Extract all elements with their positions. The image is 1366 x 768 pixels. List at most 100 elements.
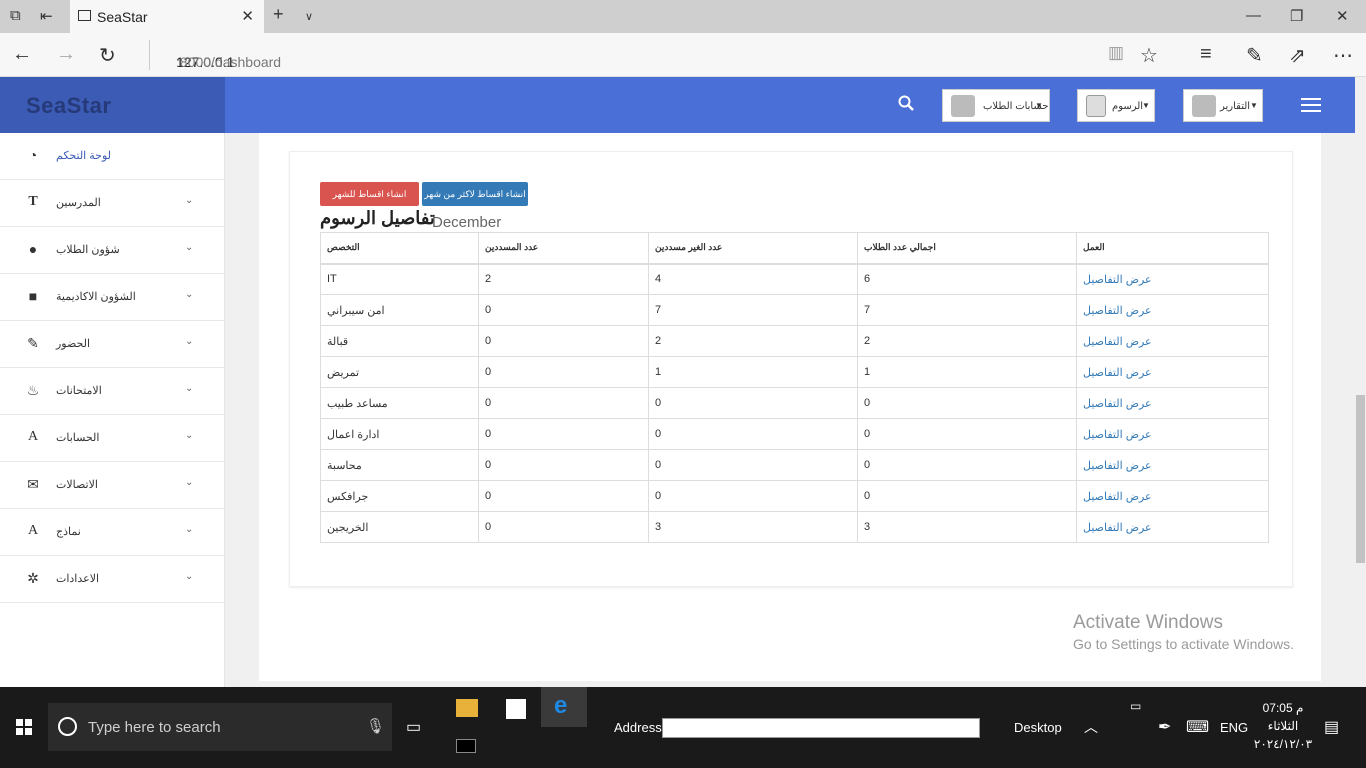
view-details-link[interactable]: عرض التفاصيل [1076,449,1269,481]
forward-icon[interactable]: → [56,43,76,66]
favorite-star-icon[interactable]: ☆ [1140,43,1158,68]
page-scrollbar[interactable] [1355,77,1366,687]
sidebar-item-settings[interactable]: ✲ الاعدادات ⌄ [0,556,224,603]
hub-icon[interactable]: ≡ [1200,43,1212,66]
view-details-link[interactable]: عرض التفاصيل [1076,263,1269,295]
column-header-action: العمل [1076,232,1269,265]
minimize-icon[interactable]: — [1246,7,1261,24]
fees-dropdown[interactable]: الرسوم ▼ [1077,89,1155,122]
chevron-down-icon: ⌄ [185,571,194,582]
close-window-icon[interactable]: ✕ [1336,7,1349,25]
command-prompt-icon[interactable] [456,739,476,753]
web-note-icon[interactable]: ✎ [1246,43,1263,68]
watermark-line1: Activate Windows [1073,612,1223,633]
edge-taskbar-button[interactable]: e [541,687,587,727]
more-icon[interactable]: ⋯ [1333,43,1353,68]
text-icon: T [28,194,38,209]
address-bar[interactable]: 127.0.0.1:8000/dashboard [149,40,709,70]
chevron-down-icon: ⌄ [185,195,194,206]
sidebar-item-teachers[interactable]: T المدرسين ⌄ [0,180,224,227]
sidebar-item-attendance[interactable]: ✎ الحضور ⌄ [0,321,224,368]
cell-specialization: تمريض [320,356,479,388]
tab-list-chevron-icon[interactable]: ∨ [305,10,313,23]
tab-preview-icon[interactable]: ⧉ [10,7,21,24]
view-details-link[interactable]: عرض التفاصيل [1076,418,1269,450]
reading-view-icon[interactable]: ▥ [1108,43,1124,63]
create-installments-current-month-button[interactable]: انشاء اقساط للشهر الحالي [320,182,419,223]
student-accounts-dropdown[interactable]: حسابات الطلاب ▼ [942,89,1050,122]
cell-paid: 0 [478,294,649,326]
clock-time: 07:05 م [1262,701,1304,715]
sidebar-item-label: شؤون الطلاب [56,244,120,256]
user-icon: ● [28,241,38,257]
battery-icon[interactable]: ▭ [1130,699,1141,713]
store-icon[interactable] [506,699,526,719]
view-details-link[interactable]: عرض التفاصيل [1076,387,1269,419]
windows-taskbar: Type here to search 🎙 ▭ e Address Deskto… [0,687,1366,768]
cell-paid: 0 [478,418,649,450]
view-details-link[interactable]: عرض التفاصيل [1076,325,1269,357]
chevron-down-icon: ⌄ [185,242,194,253]
windows-start-icon[interactable] [16,719,32,735]
sidebar-item-forms[interactable]: A نماذج ⌄ [0,509,224,556]
set-tabs-aside-icon[interactable]: ⇤ [40,7,53,25]
cell-specialization: امن سيبراني [320,294,479,326]
cell-total: 2 [857,325,1077,357]
sidebar-item-student-affairs[interactable]: ● شؤون الطلاب ⌄ [0,227,224,274]
pen-ink-icon[interactable]: ✒ [1158,717,1171,737]
sidebar-item-exams[interactable]: ♨ الامتحانات ⌄ [0,368,224,415]
sidebar-item-label: الاتصالات [56,479,98,491]
show-hidden-icons-chevron-icon[interactable]: ︿ [1084,717,1098,737]
taskbar-search-box[interactable]: Type here to search 🎙 [48,703,392,751]
touch-keyboard-icon[interactable]: ⌨ [1186,717,1209,737]
view-details-link[interactable]: عرض التفاصيل [1076,480,1269,512]
sidebar-item-accounts[interactable]: A الحسابات ⌄ [0,415,224,462]
reports-dropdown[interactable]: التقارير ▼ [1183,89,1263,122]
fees-panel: انشاء اقساط للشهر الحالي انشاء اقساط لاك… [289,151,1293,587]
restore-icon[interactable]: ❐ [1290,7,1303,25]
new-tab-icon[interactable]: + [273,4,284,25]
sidebar-item-dashboard[interactable]: ◔ لوحة التحكم [0,133,224,180]
action-center-icon[interactable]: ▤ [1324,717,1339,737]
sidebar-item-label: الامتحانات [56,385,102,397]
view-details-link[interactable]: عرض التفاصيل [1076,294,1269,326]
table-row: جرافكس 0 0 0 عرض التفاصيل [320,480,1269,512]
task-view-icon[interactable]: ▭ [406,717,421,737]
system-clock[interactable]: 07:05 م الثلاثاء ٢٠٢٤/١٢/٠٣ [1253,699,1313,753]
month-label: December [432,214,502,231]
cell-unpaid: 4 [648,263,858,295]
share-icon[interactable]: ⇗ [1289,43,1306,68]
sidebar-item-label: الشؤون الاكاديمية [56,291,136,303]
activate-windows-watermark: Activate Windows Go to Settings to activ… [1073,612,1294,652]
brand-logo[interactable]: SeaStar [0,77,225,133]
fees-table: التخصص عدد المسددين عدد الغير مسددين اجم… [320,232,1269,543]
table-row: الخريجين 0 3 3 عرض التفاصيل [320,511,1269,543]
browser-tab[interactable]: SeaStar ✕ [70,0,264,33]
address-toolbar-input[interactable] [662,718,980,738]
menu-hamburger-icon[interactable] [1301,98,1321,112]
envelope-icon: ✉ [27,476,39,492]
view-details-link[interactable]: عرض التفاصيل [1076,511,1269,543]
input-language-indicator[interactable]: ENG [1220,720,1248,735]
scrollbar-thumb[interactable] [1356,395,1365,563]
cortana-icon [58,717,77,736]
view-details-link[interactable]: عرض التفاصيل [1076,356,1269,388]
microphone-icon[interactable]: 🎙 [366,717,385,735]
sidebar-item-academic-affairs[interactable]: ■ الشؤون الاكاديمية ⌄ [0,274,224,321]
desktop-toolbar-label[interactable]: Desktop [1014,720,1062,735]
sidebar-item-label: الحسابات [56,432,100,444]
search-icon[interactable] [898,95,914,111]
back-icon[interactable]: ← [12,43,32,66]
dashboard-icon: ◔ [28,147,38,163]
close-tab-icon[interactable]: ✕ [241,7,254,25]
font-icon: A [27,523,39,538]
cell-paid: 0 [478,449,649,481]
create-installments-multi-month-button[interactable]: انشاء اقساط لاكثر من شهر [422,182,528,206]
table-row: IT 2 4 6 عرض التفاصيل [320,263,1269,295]
refresh-icon[interactable]: ↻ [99,43,116,68]
file-explorer-icon[interactable] [456,699,478,717]
printer-icon [1192,95,1216,117]
table-row: قبالة 0 2 2 عرض التفاصيل [320,325,1269,357]
cell-paid: 0 [478,480,649,512]
sidebar-item-communications[interactable]: ✉ الاتصالات ⌄ [0,462,224,509]
